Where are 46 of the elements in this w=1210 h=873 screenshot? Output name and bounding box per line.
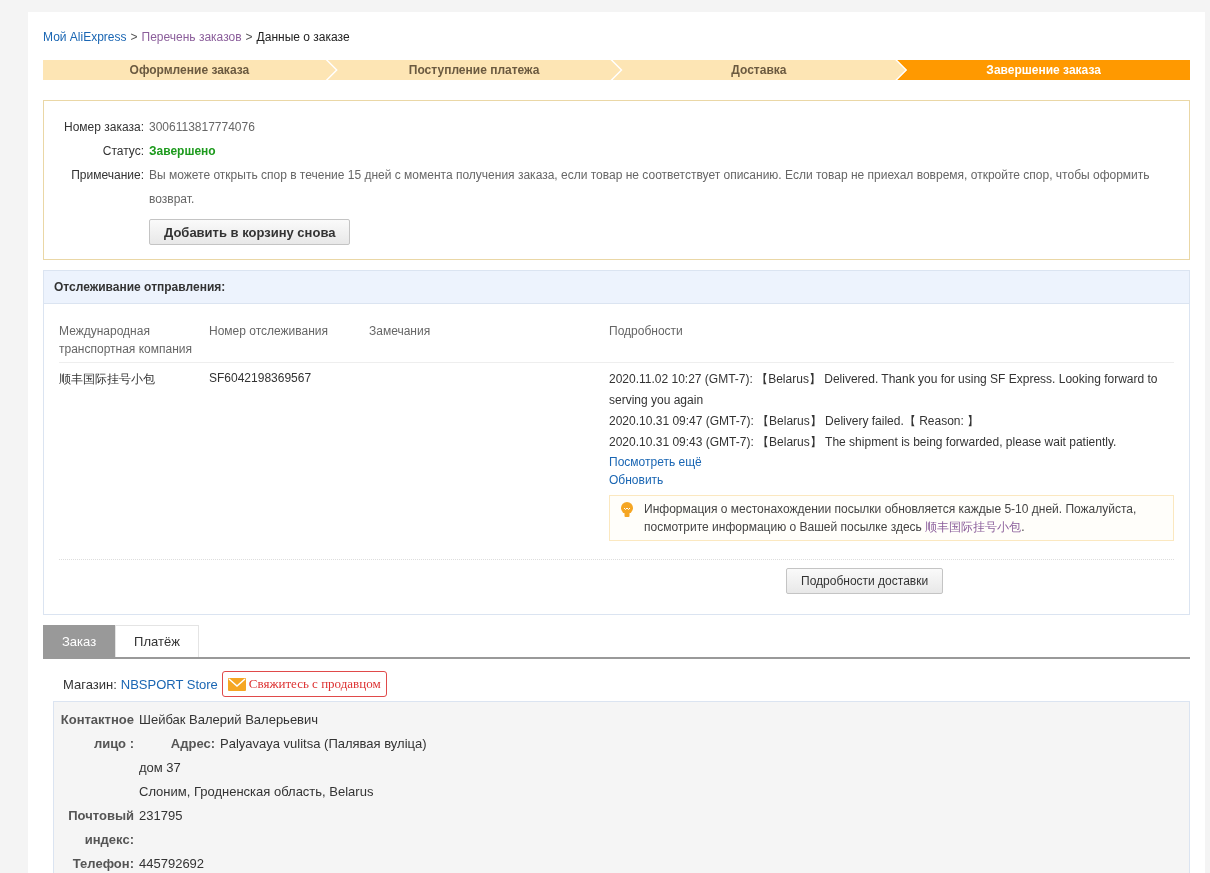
status-value: Завершено (149, 143, 216, 160)
breadcrumb-link[interactable]: Мой AliExpress (43, 30, 127, 44)
tracking-event: 2020.11.02 10:27 (GMT-7): 【Belarus】 Delivered. Thank you for using SF Express. Looking forward to serving you again (609, 371, 1159, 409)
column-header: Подробности (609, 322, 1174, 363)
progress-step: Оформление заказа (43, 60, 336, 80)
column-header: Номер отслеживания (209, 322, 369, 363)
contact-seller-button[interactable]: Свяжитесь с продавцом (221, 671, 387, 697)
field-label: Контактное лицо : (59, 711, 135, 753)
progress-step: Завершение заказа (897, 60, 1190, 80)
breadcrumb-link[interactable]: Перечень заказов (141, 30, 242, 44)
contact-name: Шейбак Валерий Валерьевич (139, 711, 320, 729)
store-link[interactable]: NBSPORT Store (120, 676, 218, 692)
envelope-icon (227, 677, 246, 691)
postal-code: 231795 (139, 807, 183, 825)
carrier-name: 顺丰国际挂号小包 (59, 371, 156, 388)
tracking-event: 2020.10.31 09:43 (GMT-7): 【Belarus】 The shipment is being forwarded, please wait patiently. (609, 434, 1118, 451)
notice-text: Информация о местонахождении посылки обновляется каждые 5-10 дней. Пожалуйста, посмотрите информацию о Вашей посылке здесь 顺丰国际挂号小包. (644, 501, 1138, 536)
progress-step: Поступление платежа (327, 60, 621, 80)
field-label: Примечание: (70, 167, 145, 184)
refresh-link[interactable]: Обновить (609, 471, 664, 489)
progress-step: Доставка (612, 60, 906, 80)
address-line: Слоним, Гродненская область, Belarus (139, 783, 374, 801)
field-label: Телефон: (71, 855, 135, 873)
add-to-cart-button[interactable]: Добавить в корзину снова (149, 219, 351, 245)
tracking-event: 2020.10.31 09:47 (GMT-7): 【Belarus】 Delivery failed.【 Reason: 】 (609, 413, 981, 430)
tab[interactable]: Платёж (115, 625, 199, 657)
tracking-title: Отслеживание отправления: (44, 271, 1189, 304)
field-label: Почтовый индекс: (67, 807, 135, 849)
delivery-details-button[interactable]: Подробности доставки (786, 568, 944, 594)
address-line: Palyavaya vulitsa (Палявая вуліца) (220, 735, 427, 753)
address-line: дом 37 (139, 759, 181, 777)
field-label: Адрес: (169, 735, 216, 753)
breadcrumb-separator: > (130, 30, 138, 44)
field-label: Статус: (101, 143, 145, 160)
phone-number: 445792692 (139, 855, 205, 873)
field-value: 3006113817774076 (149, 119, 255, 136)
breadcrumb-separator: > (245, 30, 253, 44)
column-header: Международная транспортная компания (59, 322, 209, 363)
show-more-link[interactable]: Посмотреть ещё (609, 453, 702, 471)
breadcrumb-current: Данные о заказе (256, 30, 350, 44)
column-header: Замечания (369, 322, 609, 363)
store-label: Магазин: (63, 676, 117, 692)
field-label: Номер заказа: (63, 119, 145, 136)
field-value: Вы можете открыть спор в течение 15 дней с момента получения заказа, если товар не соответствует описанию. Если товар не приехал вовремя, откройте спор, чтобы оформить возврат. (149, 167, 1151, 208)
tracking-number: SF6042198369567 (209, 370, 313, 387)
lightbulb-icon (620, 502, 634, 518)
